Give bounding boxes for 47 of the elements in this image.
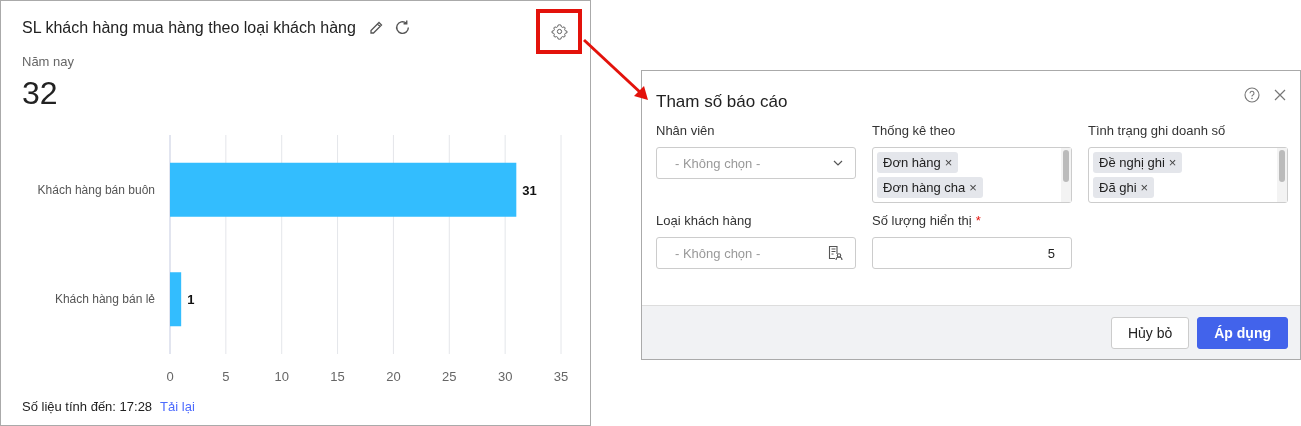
tick-label: 30	[497, 369, 513, 384]
field-label: Nhân viên	[656, 123, 715, 139]
tick-label: 10	[274, 369, 289, 384]
refresh-icon[interactable]	[393, 19, 411, 36]
contact-list-icon[interactable]	[828, 245, 843, 261]
field-label: Số lượng hiển thị	[872, 213, 972, 229]
tag-chip: Đơn hàng ×	[877, 152, 959, 173]
field-label: Loại khách hàng	[656, 213, 752, 229]
remove-tag-button[interactable]: ×	[1168, 155, 1177, 170]
tag-chip: Đơn hàng cha ×	[877, 177, 983, 198]
card-title: SL khách hàng mua hàng theo loại khách hàng	[22, 18, 356, 37]
remove-tag-button[interactable]: ×	[1140, 180, 1149, 195]
remove-tag-button[interactable]: ×	[969, 180, 977, 195]
dialog-title: Tham số báo cáo	[656, 92, 788, 112]
tag-chip: Đã ghi ×	[1093, 177, 1155, 198]
edit-icon[interactable]	[367, 19, 384, 36]
tick-label: 15	[330, 369, 345, 384]
number-field[interactable]: 5	[872, 237, 1072, 269]
required-mark: *	[975, 213, 981, 229]
category-label: Khách hàng bán buôn	[37, 182, 155, 197]
scrollbar-thumb[interactable]	[1063, 150, 1069, 182]
tick-label: 5	[222, 369, 230, 384]
tag-chip: Đề nghị ghi ×	[1093, 152, 1183, 173]
tick-label: 20	[386, 369, 401, 384]
scrollbar-thumb[interactable]	[1279, 150, 1285, 182]
bar	[170, 272, 182, 327]
as-of-text: Số liệu tính đến: 17:28	[22, 399, 153, 414]
field-label: Thống kê theo	[872, 123, 956, 139]
apply-button[interactable]: Áp dụng	[1197, 316, 1288, 349]
tick-label: 35	[553, 369, 569, 384]
tick-label: 25	[442, 369, 457, 384]
field-label: Tình trạng ghi doanh số	[1088, 123, 1226, 139]
tag-field[interactable]: Đơn hàng × Đơn hàng cha ×	[872, 147, 1072, 203]
cancel-button[interactable]: Hủy bỏ	[1110, 316, 1190, 349]
total-value: 32	[22, 75, 59, 111]
help-icon[interactable]	[1244, 87, 1260, 103]
reload-link[interactable]: Tải lại	[160, 399, 195, 414]
chevron-down-icon	[833, 160, 843, 166]
close-icon[interactable]	[1274, 89, 1286, 101]
settings-icon[interactable]	[550, 23, 568, 40]
tick-label: 0	[166, 369, 174, 384]
remove-tag-button[interactable]: ×	[944, 155, 953, 170]
value-label: 1	[187, 292, 195, 308]
category-label: Khách hàng bán lẻ	[54, 292, 155, 307]
tag-field[interactable]: Đề nghị ghi × Đã ghi ×	[1088, 147, 1288, 203]
period-label: Năm nay	[22, 54, 76, 69]
value-label: 31	[522, 182, 537, 198]
